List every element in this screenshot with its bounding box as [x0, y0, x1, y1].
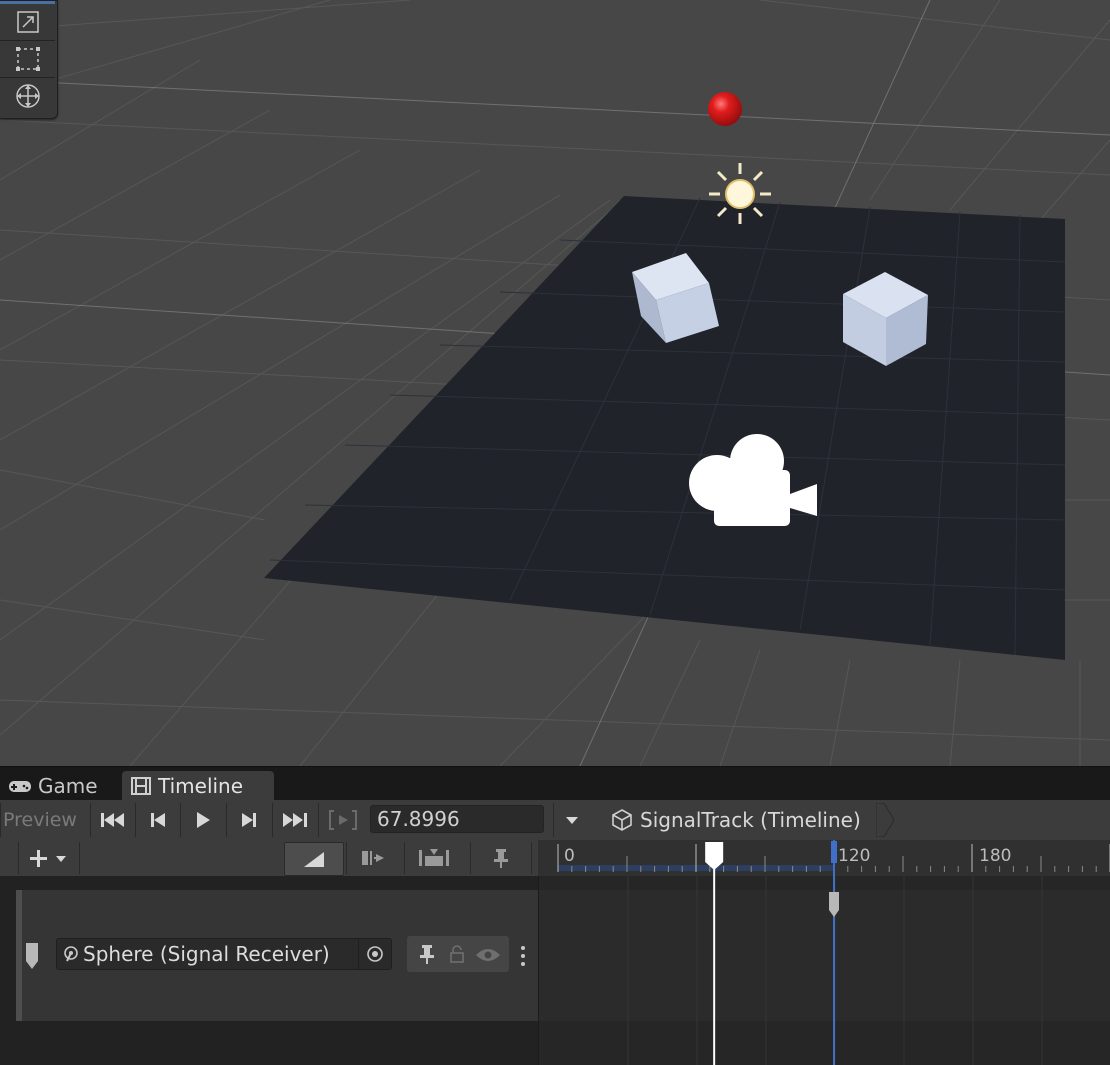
ruler-label-180: 180 — [979, 846, 1012, 866]
next-frame-button[interactable] — [226, 803, 271, 837]
timeline-grid — [539, 876, 1110, 1065]
rect-tool-icon — [15, 47, 40, 71]
move-gizmo-icon — [15, 84, 40, 108]
object-picker-button[interactable] — [358, 939, 391, 969]
play-icon — [197, 812, 210, 828]
signal-receiver-icon — [64, 946, 78, 962]
scene-tool-palette — [0, 0, 58, 119]
plus-dropdown-icon — [30, 850, 66, 867]
scene-canvas[interactable] — [0, 0, 1110, 766]
film-icon — [131, 777, 151, 795]
preview-button[interactable]: Preview — [0, 803, 91, 837]
lock-icon[interactable] — [449, 945, 465, 963]
transform-icon — [16, 11, 39, 33]
timeline-breadcrumb[interactable]: SignalTrack (Timeline) — [592, 803, 879, 837]
breadcrumb-label: SignalTrack (Timeline) — [640, 808, 861, 832]
step-forward-icon — [242, 813, 256, 827]
rect-tool-button[interactable] — [0, 41, 55, 78]
skip-to-start-icon — [101, 813, 124, 827]
signal-track-lane[interactable] — [539, 890, 1110, 1021]
red-sphere[interactable] — [708, 92, 742, 126]
replace-edit-icon — [419, 849, 449, 866]
tab-timeline[interactable]: Timeline — [122, 771, 274, 801]
pin-icon[interactable] — [419, 944, 435, 964]
tab-game-label: Game — [38, 774, 98, 798]
target-icon — [367, 946, 383, 962]
move-gizmo-button[interactable] — [0, 78, 55, 114]
ripple-mode-icon — [304, 852, 324, 867]
ripple-edit-icon — [362, 851, 384, 865]
play-range-icon — [329, 810, 357, 830]
ruler-ticks — [557, 844, 1110, 872]
tab-timeline-label: Timeline — [158, 774, 244, 798]
track-controls — [407, 936, 509, 972]
ruler-label-120: 120 — [838, 846, 871, 866]
tab-bar: Game Timeline — [0, 766, 1110, 801]
timeline-toolbar: Preview 67.8996 SignalTrack (Timeline) — [0, 800, 1110, 841]
track-binding-field[interactable]: Sphere (Signal Receiver) — [56, 938, 392, 970]
ruler-label-0: 0 — [564, 846, 575, 866]
signal-track-header[interactable]: Sphere (Signal Receiver) — [16, 890, 538, 1021]
time-field[interactable]: 67.8996 — [370, 805, 544, 833]
eye-icon[interactable] — [475, 947, 501, 963]
binding-label: Sphere (Signal Receiver) — [83, 942, 330, 966]
clip-edit-mode-button[interactable] — [284, 842, 344, 876]
add-track-button[interactable] — [18, 842, 80, 874]
skip-to-end-icon — [283, 813, 307, 827]
transform-tool-button[interactable] — [0, 4, 55, 41]
cube-asset-icon — [612, 809, 632, 831]
play-range-button[interactable] — [318, 803, 367, 837]
ripple-edit-button[interactable] — [346, 842, 403, 874]
step-back-icon — [151, 813, 165, 827]
timeline-tracks-area[interactable] — [538, 876, 1110, 1065]
more-options-icon[interactable] — [520, 945, 526, 967]
goto-start-button[interactable] — [90, 803, 135, 837]
tab-game[interactable]: Game — [0, 771, 106, 801]
previous-frame-button[interactable] — [135, 803, 180, 837]
play-button[interactable] — [180, 803, 225, 837]
breadcrumb-arrow-icon — [876, 803, 895, 837]
replace-edit-button[interactable] — [404, 842, 463, 874]
track-header-area: Sphere (Signal Receiver) — [0, 876, 538, 1065]
signal-track-icon — [26, 943, 38, 969]
chevron-down-icon — [566, 817, 578, 824]
scene-view[interactable] — [0, 0, 1110, 766]
goto-end-button[interactable] — [272, 803, 317, 837]
timeline-dropdown-button[interactable] — [553, 803, 590, 837]
time-ruler[interactable]: 0 120 180 — [538, 840, 1110, 877]
snap-pin-button[interactable] — [470, 842, 532, 874]
pin-icon — [494, 849, 508, 868]
track-toolbar — [0, 840, 538, 877]
bottom-panel: Game Timeline Preview 67.8996 SignalTrac… — [0, 766, 1110, 1065]
gamepad-icon — [9, 781, 31, 792]
directional-light-icon[interactable] — [709, 163, 771, 224]
